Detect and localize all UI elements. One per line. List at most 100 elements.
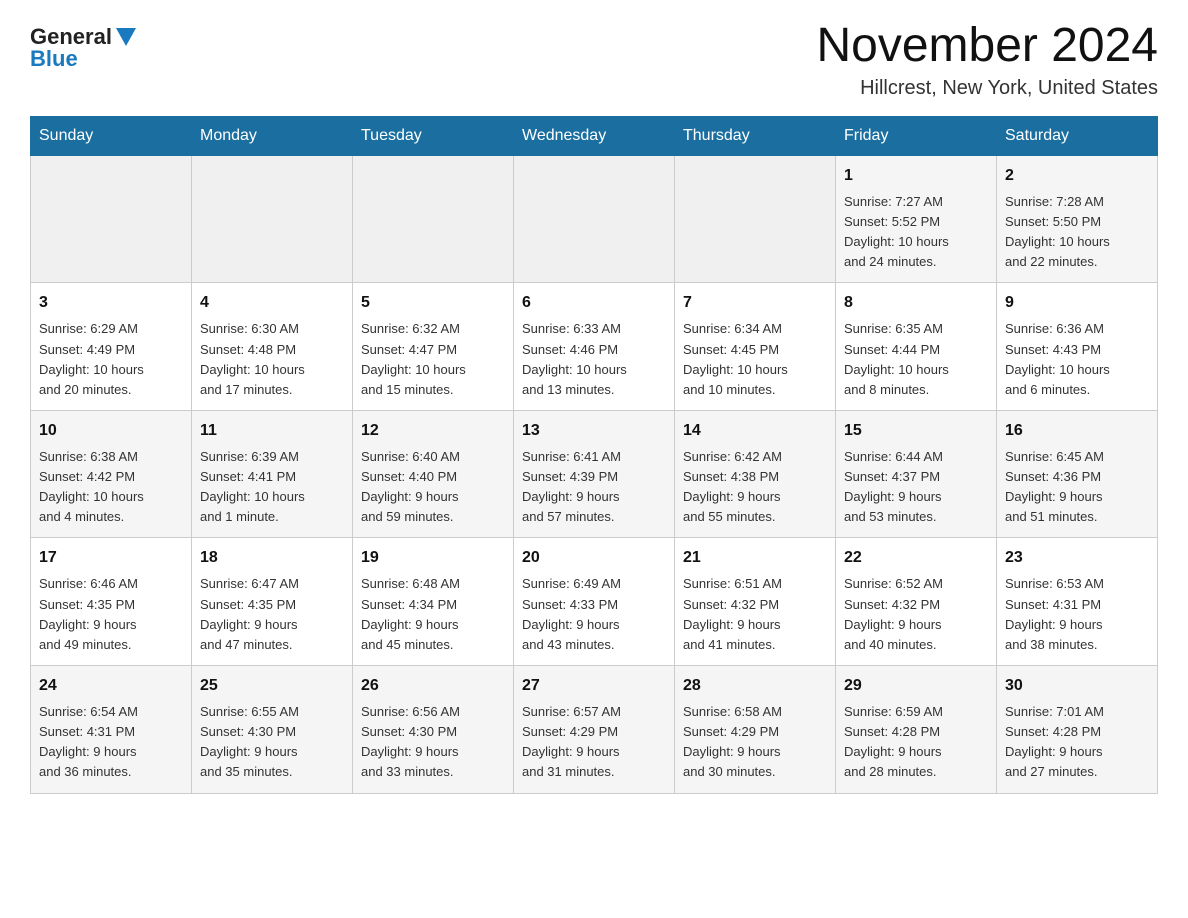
sun-info: Sunrise: 6:44 AM Sunset: 4:37 PM Dayligh… <box>844 447 988 528</box>
calendar-cell: 21 Sunrise: 6:51 AM Sunset: 4:32 PM Dayli… <box>675 538 836 666</box>
calendar-cell: 18 Sunrise: 6:47 AM Sunset: 4:35 PM Dayli… <box>192 538 353 666</box>
sun-info: Sunrise: 7:01 AM Sunset: 4:28 PM Dayligh… <box>1005 702 1149 783</box>
sun-info: Sunrise: 6:41 AM Sunset: 4:39 PM Dayligh… <box>522 447 666 528</box>
sun-info: Sunrise: 6:51 AM Sunset: 4:32 PM Dayligh… <box>683 574 827 655</box>
calendar-cell: 15Sunrise: 6:44 AM Sunset: 4:37 PM Dayli… <box>836 410 997 538</box>
day-number: 3 <box>39 291 183 315</box>
day-number: 17 <box>39 546 183 570</box>
header-thursday: Thursday <box>675 116 836 155</box>
calendar-cell: 10 Sunrise: 6:38 AM Sunset: 4:42 PM Dayli… <box>31 410 192 538</box>
calendar-cell: 1 Sunrise: 7:27 AM Sunset: 5:52 PM Daylig… <box>836 155 997 283</box>
sun-info: Sunrise: 6:47 AM Sunset: 4:35 PM Dayligh… <box>200 574 344 655</box>
sun-info: Sunrise: 7:28 AM Sunset: 5:50 PM Dayligh… <box>1005 192 1149 273</box>
calendar-header-row: SundayMondayTuesdayWednesdayThursdayFrid… <box>31 116 1158 155</box>
location-title: Hillcrest, New York, United States <box>816 77 1158 100</box>
header-tuesday: Tuesday <box>353 116 514 155</box>
day-number: 22 <box>844 546 988 570</box>
sun-info: Sunrise: 6:48 AM Sunset: 4:34 PM Dayligh… <box>361 574 505 655</box>
sun-info: Sunrise: 6:34 AM Sunset: 4:45 PM Dayligh… <box>683 319 827 400</box>
day-number: 26 <box>361 674 505 698</box>
day-number: 25 <box>200 674 344 698</box>
day-number: 24 <box>39 674 183 698</box>
calendar-cell <box>31 155 192 283</box>
day-number: 27 <box>522 674 666 698</box>
sun-info: Sunrise: 6:58 AM Sunset: 4:29 PM Dayligh… <box>683 702 827 783</box>
calendar-cell: 13 Sunrise: 6:41 AM Sunset: 4:39 PM Dayli… <box>514 410 675 538</box>
sun-info: Sunrise: 6:45 AM Sunset: 4:36 PM Dayligh… <box>1005 447 1149 528</box>
logo-general-text: General <box>30 26 112 48</box>
calendar-cell: 8Sunrise: 6:35 AM Sunset: 4:44 PM Daylig… <box>836 283 997 411</box>
sun-info: Sunrise: 6:53 AM Sunset: 4:31 PM Dayligh… <box>1005 574 1149 655</box>
sun-info: Sunrise: 6:49 AM Sunset: 4:33 PM Dayligh… <box>522 574 666 655</box>
day-number: 1 <box>844 164 988 188</box>
calendar-cell: 22 Sunrise: 6:52 AM Sunset: 4:32 PM Dayli… <box>836 538 997 666</box>
calendar-cell: 4 Sunrise: 6:30 AM Sunset: 4:48 PM Daylig… <box>192 283 353 411</box>
calendar-cell: 29 Sunrise: 6:59 AM Sunset: 4:28 PM Dayli… <box>836 666 997 794</box>
calendar-cell: 5 Sunrise: 6:32 AM Sunset: 4:47 PM Daylig… <box>353 283 514 411</box>
sun-info: Sunrise: 6:57 AM Sunset: 4:29 PM Dayligh… <box>522 702 666 783</box>
calendar-cell: 7 Sunrise: 6:34 AM Sunset: 4:45 PM Daylig… <box>675 283 836 411</box>
day-number: 20 <box>522 546 666 570</box>
calendar-cell: 14Sunrise: 6:42 AM Sunset: 4:38 PM Dayli… <box>675 410 836 538</box>
header-sunday: Sunday <box>31 116 192 155</box>
day-number: 2 <box>1005 164 1149 188</box>
day-number: 18 <box>200 546 344 570</box>
calendar-cell: 25Sunrise: 6:55 AM Sunset: 4:30 PM Dayli… <box>192 666 353 794</box>
sun-info: Sunrise: 6:29 AM Sunset: 4:49 PM Dayligh… <box>39 319 183 400</box>
sun-info: Sunrise: 6:30 AM Sunset: 4:48 PM Dayligh… <box>200 319 344 400</box>
sun-info: Sunrise: 6:56 AM Sunset: 4:30 PM Dayligh… <box>361 702 505 783</box>
day-number: 30 <box>1005 674 1149 698</box>
page-header: General Blue November 2024 Hillcrest, Ne… <box>30 20 1158 100</box>
calendar-cell: 6Sunrise: 6:33 AM Sunset: 4:46 PM Daylig… <box>514 283 675 411</box>
calendar-week-row: 3 Sunrise: 6:29 AM Sunset: 4:49 PM Daylig… <box>31 283 1158 411</box>
day-number: 16 <box>1005 419 1149 443</box>
day-number: 7 <box>683 291 827 315</box>
logo: General Blue <box>30 20 136 70</box>
calendar-week-row: 1 Sunrise: 7:27 AM Sunset: 5:52 PM Daylig… <box>31 155 1158 283</box>
month-title: November 2024 <box>816 20 1158 73</box>
day-number: 10 <box>39 419 183 443</box>
calendar-cell: 2 Sunrise: 7:28 AM Sunset: 5:50 PM Daylig… <box>997 155 1158 283</box>
calendar-cell <box>675 155 836 283</box>
sun-info: Sunrise: 6:40 AM Sunset: 4:40 PM Dayligh… <box>361 447 505 528</box>
day-number: 13 <box>522 419 666 443</box>
calendar-cell: 30 Sunrise: 7:01 AM Sunset: 4:28 PM Dayli… <box>997 666 1158 794</box>
calendar-week-row: 17 Sunrise: 6:46 AM Sunset: 4:35 PM Dayli… <box>31 538 1158 666</box>
calendar-cell: 11Sunrise: 6:39 AM Sunset: 4:41 PM Dayli… <box>192 410 353 538</box>
day-number: 21 <box>683 546 827 570</box>
calendar-cell: 28 Sunrise: 6:58 AM Sunset: 4:29 PM Dayli… <box>675 666 836 794</box>
calendar-cell: 27 Sunrise: 6:57 AM Sunset: 4:29 PM Dayli… <box>514 666 675 794</box>
sun-info: Sunrise: 6:39 AM Sunset: 4:41 PM Dayligh… <box>200 447 344 528</box>
sun-info: Sunrise: 6:38 AM Sunset: 4:42 PM Dayligh… <box>39 447 183 528</box>
calendar-table: SundayMondayTuesdayWednesdayThursdayFrid… <box>30 116 1158 794</box>
header-saturday: Saturday <box>997 116 1158 155</box>
calendar-cell: 23 Sunrise: 6:53 AM Sunset: 4:31 PM Dayli… <box>997 538 1158 666</box>
sun-info: Sunrise: 6:35 AM Sunset: 4:44 PM Dayligh… <box>844 319 988 400</box>
calendar-week-row: 10 Sunrise: 6:38 AM Sunset: 4:42 PM Dayli… <box>31 410 1158 538</box>
header-wednesday: Wednesday <box>514 116 675 155</box>
sun-info: Sunrise: 6:59 AM Sunset: 4:28 PM Dayligh… <box>844 702 988 783</box>
day-number: 12 <box>361 419 505 443</box>
sun-info: Sunrise: 7:27 AM Sunset: 5:52 PM Dayligh… <box>844 192 988 273</box>
day-number: 4 <box>200 291 344 315</box>
day-number: 28 <box>683 674 827 698</box>
header-monday: Monday <box>192 116 353 155</box>
calendar-cell: 3 Sunrise: 6:29 AM Sunset: 4:49 PM Daylig… <box>31 283 192 411</box>
logo-triangle-icon <box>116 28 136 46</box>
calendar-cell: 20 Sunrise: 6:49 AM Sunset: 4:33 PM Dayli… <box>514 538 675 666</box>
sun-info: Sunrise: 6:33 AM Sunset: 4:46 PM Dayligh… <box>522 319 666 400</box>
calendar-cell <box>353 155 514 283</box>
calendar-cell <box>192 155 353 283</box>
calendar-cell: 26 Sunrise: 6:56 AM Sunset: 4:30 PM Dayli… <box>353 666 514 794</box>
sun-info: Sunrise: 6:32 AM Sunset: 4:47 PM Dayligh… <box>361 319 505 400</box>
logo-blue-text: Blue <box>30 48 78 70</box>
day-number: 5 <box>361 291 505 315</box>
calendar-week-row: 24 Sunrise: 6:54 AM Sunset: 4:31 PM Dayli… <box>31 666 1158 794</box>
day-number: 29 <box>844 674 988 698</box>
day-number: 23 <box>1005 546 1149 570</box>
header-friday: Friday <box>836 116 997 155</box>
sun-info: Sunrise: 6:42 AM Sunset: 4:38 PM Dayligh… <box>683 447 827 528</box>
sun-info: Sunrise: 6:54 AM Sunset: 4:31 PM Dayligh… <box>39 702 183 783</box>
sun-info: Sunrise: 6:46 AM Sunset: 4:35 PM Dayligh… <box>39 574 183 655</box>
sun-info: Sunrise: 6:52 AM Sunset: 4:32 PM Dayligh… <box>844 574 988 655</box>
